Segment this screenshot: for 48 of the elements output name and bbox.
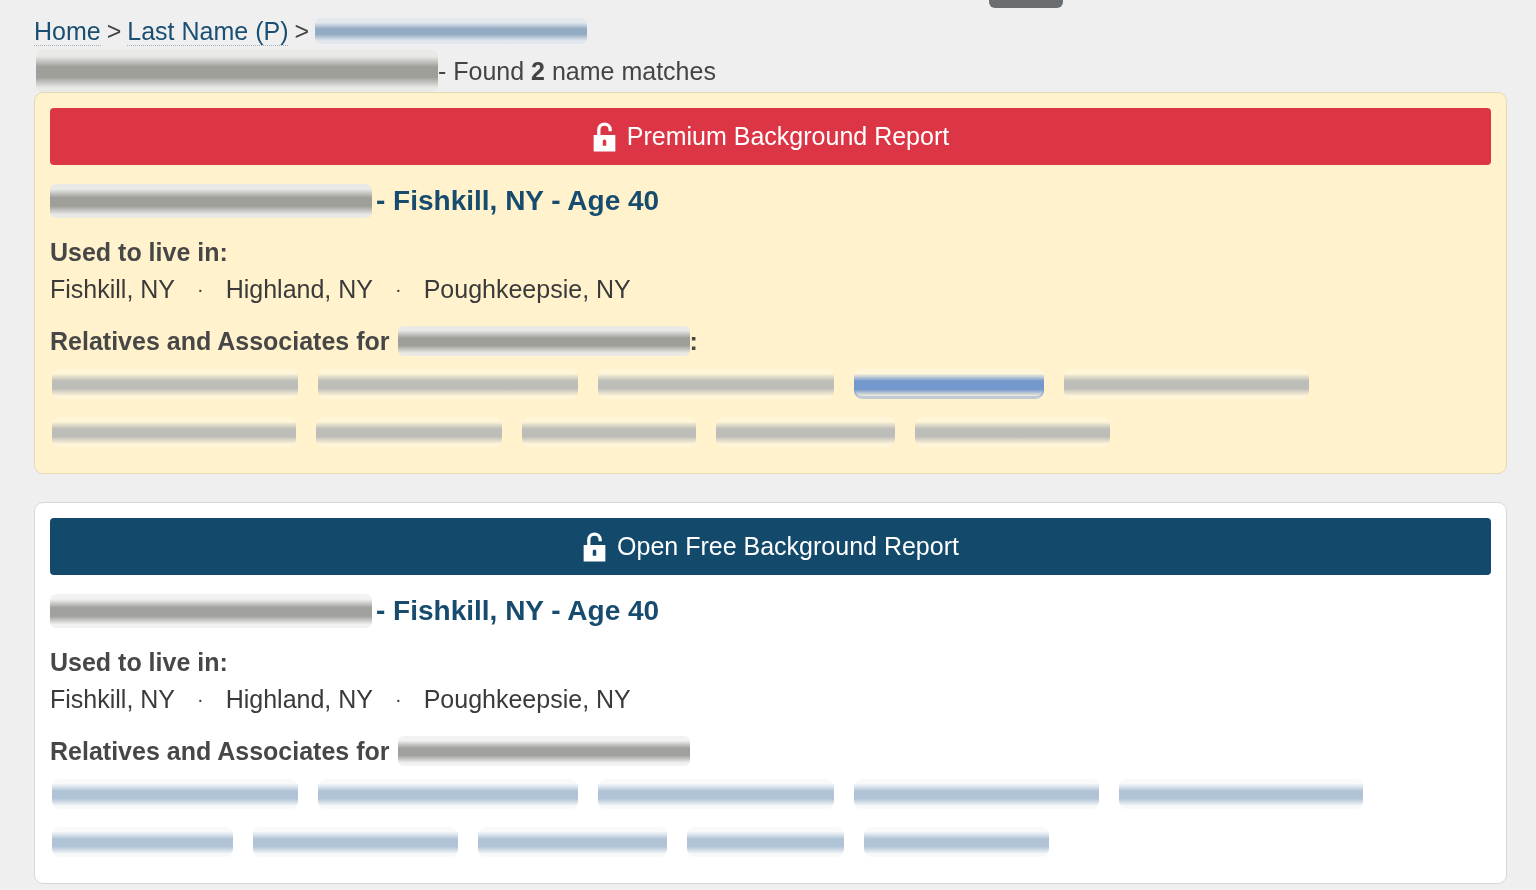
label-colon: : (689, 326, 698, 356)
pull-tab[interactable] (989, 0, 1063, 8)
section-label: Relatives and Associates for (50, 326, 390, 356)
result-count-text: - Found 2 name matches (438, 56, 716, 86)
breadcrumb-link[interactable]: Home (34, 16, 101, 46)
blurred-link[interactable] (598, 779, 834, 809)
place-name: Poughkeepsie, NY (423, 274, 631, 304)
premium-report-button[interactable]: Premium Background Report (50, 108, 1491, 165)
separator-dot: · (395, 687, 402, 711)
breadcrumb-link[interactable]: Last Name (P) (127, 16, 289, 46)
blurred-link[interactable] (1119, 779, 1363, 809)
separator-dot: · (197, 687, 204, 711)
blurred-link[interactable] (315, 18, 588, 44)
blurred-link[interactable] (854, 369, 1044, 399)
blurred-link[interactable] (522, 417, 696, 447)
blurred-link[interactable] (316, 417, 502, 447)
blurred-link[interactable] (318, 369, 578, 399)
blurred-link[interactable] (318, 779, 578, 809)
place-name: Highland, NY (225, 684, 373, 714)
separator-dot: · (395, 277, 402, 301)
unlocked-padlock-icon (591, 121, 617, 152)
breadcrumb-separator: > (294, 16, 310, 46)
blurred-link[interactable] (598, 369, 834, 399)
blurred-link[interactable] (253, 827, 458, 857)
section-label: Relatives and Associates for (50, 736, 390, 766)
blurred-link[interactable] (1064, 369, 1309, 399)
blurred-link[interactable] (52, 369, 298, 399)
section-label: Used to live in: (50, 647, 228, 677)
blurred-link[interactable] (52, 827, 233, 857)
free-report-button[interactable]: Open Free Background Report (50, 518, 1491, 575)
unlocked-padlock-icon (582, 531, 608, 562)
section-label: Used to live in: (50, 237, 228, 267)
place-name: Highland, NY (225, 274, 373, 304)
blurred-link[interactable] (687, 827, 844, 857)
blurred-link[interactable] (716, 417, 895, 447)
blurred-link[interactable] (478, 827, 667, 857)
blurred-link[interactable] (52, 779, 298, 809)
place-name: Fishkill, NY (50, 684, 175, 714)
person-summary: - Fishkill, NY - Age 40 (376, 595, 660, 627)
blurred-link[interactable] (915, 417, 1110, 447)
place-name: Fishkill, NY (50, 274, 175, 304)
separator-dot: · (197, 277, 204, 301)
breadcrumb-separator: > (106, 16, 122, 46)
blurred-link[interactable] (52, 417, 296, 447)
place-name: Poughkeepsie, NY (423, 684, 631, 714)
blurred-link[interactable] (854, 779, 1099, 809)
person-summary: - Fishkill, NY - Age 40 (376, 185, 660, 217)
blurred-link[interactable] (864, 827, 1049, 857)
